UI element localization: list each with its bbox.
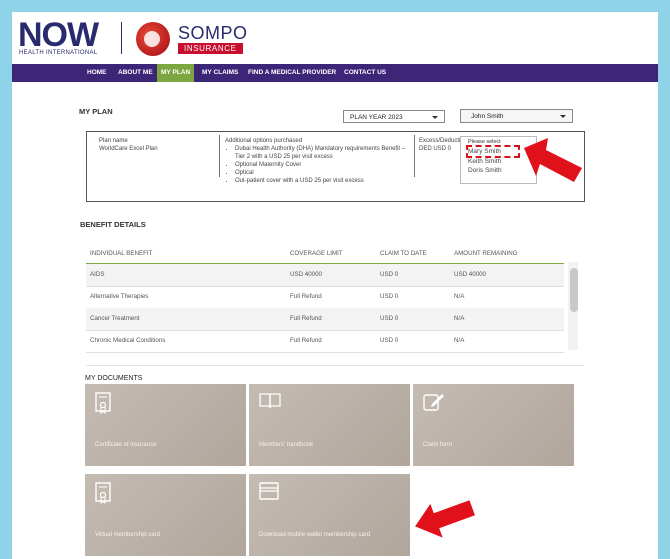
tile-label: Certificate of insurance bbox=[95, 442, 157, 448]
tile-label: Download mobile wallet membership card bbox=[259, 532, 371, 538]
options-list: Dubai Health Authority (DHA) Mandatory r… bbox=[225, 145, 411, 185]
table-cell: USD 0 bbox=[380, 271, 399, 278]
nav-my-claims[interactable]: MY CLAIMS bbox=[198, 64, 242, 82]
option-item: Optional Maternity Cover bbox=[235, 161, 411, 169]
tile-label: Members' handbook bbox=[259, 442, 314, 448]
document-tile-claim-form[interactable]: Claim form bbox=[413, 384, 574, 466]
main-nav: HOME ABOUT ME MY PLAN MY CLAIMS FIND A M… bbox=[12, 64, 658, 82]
sompo-logo-icon bbox=[136, 22, 170, 56]
sompo-insurance-badge: INSURANCE bbox=[178, 43, 243, 54]
plan-column-divider bbox=[219, 135, 220, 177]
logo-divider bbox=[121, 22, 122, 54]
benefit-details-title: BENEFIT DETAILS bbox=[80, 220, 146, 229]
chevron-down-icon bbox=[560, 115, 566, 118]
pointer-arrow-icon bbox=[524, 138, 582, 182]
edit-form-icon bbox=[423, 394, 444, 411]
tile-label: Virtual membership card bbox=[95, 532, 160, 538]
column-header: CLAIM TO DATE bbox=[380, 250, 427, 257]
my-documents-title: MY DOCUMENTS bbox=[85, 375, 143, 382]
page: NOW HEALTH INTERNATIONAL SOMPO INSURANCE… bbox=[12, 12, 658, 559]
now-logo[interactable]: NOW bbox=[18, 18, 99, 52]
table-cell: Full Refund bbox=[290, 293, 322, 300]
option-item: Dubai Health Authority (DHA) Mandatory r… bbox=[235, 145, 411, 161]
table-cell: Chronic Medical Conditions bbox=[90, 337, 166, 344]
plan-name-value: WorldCare Excel Plan bbox=[99, 146, 158, 152]
options-label: Additional options purchased bbox=[225, 138, 303, 144]
header: NOW HEALTH INTERNATIONAL SOMPO INSURANCE bbox=[12, 12, 658, 64]
plan-column-divider bbox=[414, 135, 415, 177]
certificate-icon bbox=[95, 392, 111, 414]
table-row[interactable]: Chronic Medical Conditions Full Refund U… bbox=[86, 330, 564, 353]
document-tile-certificate[interactable]: Certificate of insurance bbox=[85, 384, 246, 466]
table-cell: N/A bbox=[454, 337, 465, 344]
table-cell: USD 0 bbox=[380, 315, 399, 322]
table-cell: AIDS bbox=[90, 271, 105, 278]
table-row[interactable]: Cancer Treatment Full Refund USD 0 N/A bbox=[86, 308, 564, 331]
book-icon bbox=[259, 393, 281, 409]
plan-year-select[interactable]: PLAN YEAR 2023 bbox=[343, 110, 445, 123]
nav-my-plan[interactable]: MY PLAN bbox=[157, 64, 195, 82]
document-tile-wallet-card[interactable]: Download mobile wallet membership card bbox=[249, 474, 410, 556]
member-select[interactable]: John Smith bbox=[460, 109, 573, 123]
table-cell: N/A bbox=[454, 293, 465, 300]
certificate-icon bbox=[95, 482, 111, 504]
table-cell: USD 40000 bbox=[290, 271, 322, 278]
sompo-logo-text: SOMPO bbox=[178, 23, 248, 43]
my-plan-title: MY PLAN bbox=[79, 107, 113, 116]
wallet-icon bbox=[259, 482, 279, 500]
tile-label: Claim form bbox=[423, 442, 453, 448]
table-row[interactable]: AIDS USD 40000 USD 0 USD 40000 bbox=[86, 264, 564, 287]
table-cell: Alternative Therapies bbox=[90, 293, 149, 300]
chevron-down-icon bbox=[432, 116, 438, 119]
option-item: Optical bbox=[235, 169, 411, 177]
dropdown-option-doris-smith[interactable]: Doris Smith bbox=[468, 166, 502, 175]
column-header: AMOUNT REMAINING bbox=[454, 250, 518, 257]
table-row[interactable]: Alternative Therapies Full Refund USD 0 … bbox=[86, 286, 564, 309]
highlight-dashed-box bbox=[466, 145, 520, 158]
plan-name-label: Plan name bbox=[99, 138, 128, 144]
document-tile-handbook[interactable]: Members' handbook bbox=[249, 384, 410, 466]
scrollbar-thumb[interactable] bbox=[570, 268, 578, 312]
table-cell: USD 0 bbox=[380, 337, 399, 344]
pointer-arrow-icon bbox=[415, 500, 475, 538]
member-select-value: John Smith bbox=[471, 113, 504, 120]
table-cell: Cancer Treatment bbox=[90, 315, 140, 322]
table-cell: Full Refund bbox=[290, 337, 322, 344]
column-header: COVERAGE LIMIT bbox=[290, 250, 343, 257]
column-header: INDIVIDUAL BENEFIT bbox=[90, 250, 153, 257]
dropdown-option-keith-smith[interactable]: Keith Smith bbox=[468, 157, 501, 166]
document-tile-virtual-card[interactable]: Virtual membership card bbox=[85, 474, 246, 556]
table-cell: USD 40000 bbox=[454, 271, 486, 278]
nav-contact-us[interactable]: CONTACT US bbox=[340, 64, 390, 82]
plan-year-value: PLAN YEAR 2023 bbox=[350, 114, 403, 121]
table-cell: N/A bbox=[454, 315, 465, 322]
table-scrollbar[interactable] bbox=[568, 262, 578, 350]
nav-find-provider[interactable]: FIND A MEDICAL PROVIDER bbox=[244, 64, 340, 82]
table-header: INDIVIDUAL BENEFIT COVERAGE LIMIT CLAIM … bbox=[86, 245, 564, 264]
nav-about-me[interactable]: ABOUT ME bbox=[114, 64, 157, 82]
nav-home[interactable]: HOME bbox=[83, 64, 111, 82]
now-logo-subtitle: HEALTH INTERNATIONAL bbox=[19, 50, 98, 56]
option-item: Out-patient cover with a USD 25 per visi… bbox=[235, 177, 411, 185]
table-cell: USD 0 bbox=[380, 293, 399, 300]
table-cell: Full Refund bbox=[290, 315, 322, 322]
section-divider bbox=[86, 365, 584, 366]
